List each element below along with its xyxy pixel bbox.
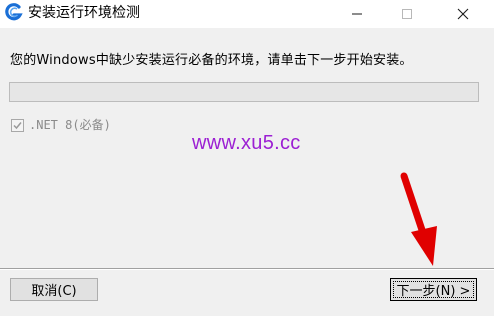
title-bar[interactable]: 安装运行环境检测	[0, 0, 494, 28]
dotnet-checkbox	[11, 118, 24, 132]
installer-dialog: 安装运行环境检测 您的Windows中缺少安装运行必备的环境，请单击下一步开始安…	[0, 0, 494, 316]
install-progress-bar	[9, 82, 479, 102]
red-arrow-annotation-icon	[400, 172, 437, 266]
window-title: 安装运行环境检测	[28, 5, 140, 21]
component-item-dotnet: .NET 8(必备)	[11, 118, 111, 132]
instruction-text: 您的Windows中缺少安装运行必备的环境，请单击下一步开始安装。	[10, 53, 413, 68]
close-icon[interactable]	[440, 0, 486, 28]
maximize-icon[interactable]	[384, 0, 430, 28]
watermark-text: www.xu5.cc	[192, 132, 301, 154]
minimize-icon[interactable]	[334, 0, 380, 28]
next-button[interactable]: 下一步(N) >	[390, 278, 477, 301]
installer-g-icon	[4, 3, 23, 22]
dotnet-label: .NET 8(必备)	[29, 118, 111, 132]
cancel-button[interactable]: 取消(C)	[10, 278, 98, 301]
footer-divider	[0, 268, 494, 270]
